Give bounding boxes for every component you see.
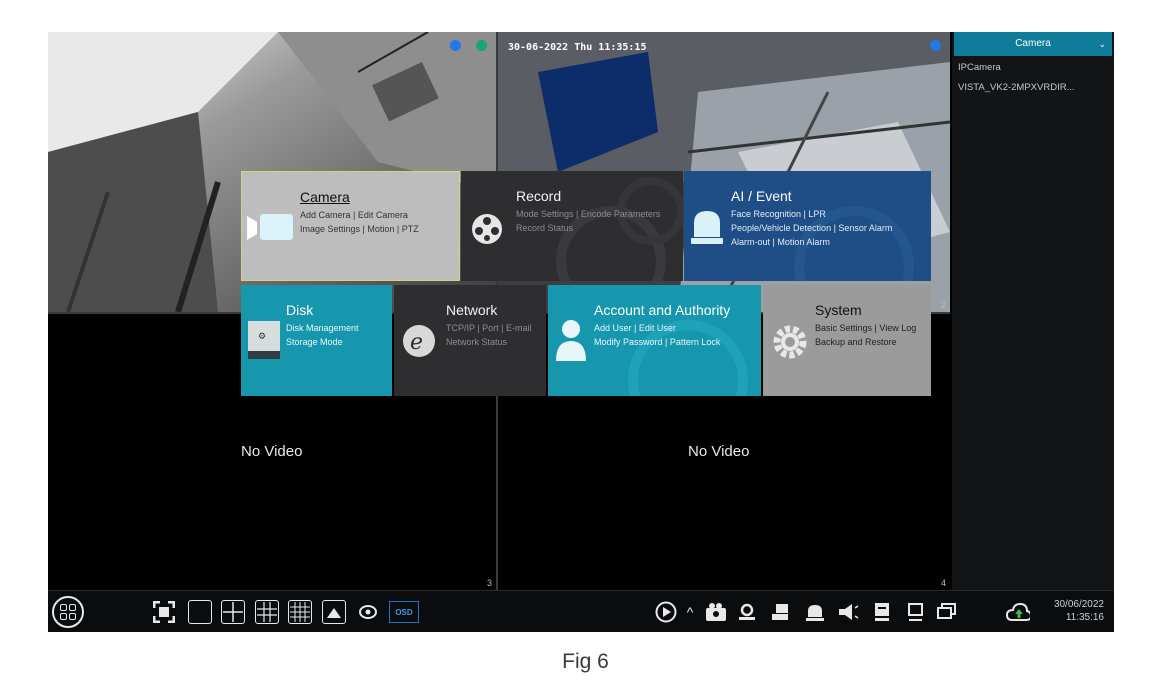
menu-line: Disk Management xyxy=(286,323,359,333)
alarm-status-icon[interactable] xyxy=(803,600,827,624)
clock-date: 30/06/2022 xyxy=(1053,599,1104,610)
chevron-down-icon: ⌄ xyxy=(1098,39,1106,49)
menu-tile-account[interactable]: Account and Authority Add User | Edit Us… xyxy=(548,285,761,396)
menu-line: Backup and Restore xyxy=(815,337,897,347)
system-clock: 30/06/2022 11:35:16 xyxy=(1054,598,1104,624)
layout-1-icon[interactable] xyxy=(188,600,212,624)
gear-icon xyxy=(773,325,807,359)
menu-title-ai-event: AI / Event xyxy=(731,188,792,204)
camera-list-dropdown[interactable]: Camera ⌄ xyxy=(954,32,1112,56)
alarm-light-icon xyxy=(691,211,723,244)
camera-number-4: 4 xyxy=(940,578,946,588)
audio-icon[interactable] xyxy=(836,600,860,624)
menu-line: TCP/IP | Port | E-mail xyxy=(446,323,532,333)
layout-4-icon[interactable] xyxy=(221,600,245,624)
disk-status-icon[interactable] xyxy=(870,600,894,624)
taskbar: OSD ^ 30/06/2022 11:35:16 xyxy=(48,590,1114,632)
menu-title-system: System xyxy=(815,302,862,318)
status-indicator-icon xyxy=(476,40,487,51)
no-video-label: No Video xyxy=(688,443,750,460)
svg-text:e: e xyxy=(410,330,423,355)
camera-number-3: 3 xyxy=(486,578,492,588)
fullscreen-icon[interactable] xyxy=(152,600,176,624)
expand-up-icon[interactable]: ^ xyxy=(678,600,702,624)
menu-title-account: Account and Authority xyxy=(594,302,731,318)
playback-icon[interactable] xyxy=(654,600,678,624)
camera-group-item[interactable]: IPCamera xyxy=(958,62,1001,73)
hard-disk-icon: ⚙ xyxy=(248,321,280,359)
osd-button[interactable]: OSD xyxy=(389,601,419,623)
menu-line: Mode Settings | Encode Parameters xyxy=(516,209,661,219)
picture-icon[interactable] xyxy=(322,600,346,624)
menu-line: Alarm-out | Motion Alarm xyxy=(731,237,830,247)
nvr-screen: 30-06-2022 Thu 11:35:15 2 No Video 3 No … xyxy=(48,32,1114,632)
camera-osd-time: 30-06-2022 Thu 11:35:15 xyxy=(508,42,647,53)
layout-9-icon[interactable] xyxy=(255,600,279,624)
menu-line: Add User | Edit User xyxy=(594,323,676,333)
manual-record-icon[interactable] xyxy=(704,600,728,624)
menu-tile-ai-event[interactable]: AI / Event Face Recognition | LPR People… xyxy=(684,171,931,281)
globe-icon: e xyxy=(403,325,435,357)
start-menu-icon[interactable] xyxy=(52,596,84,628)
no-video-label: No Video xyxy=(241,443,303,460)
network-status-icon[interactable] xyxy=(903,600,927,624)
menu-line: Storage Mode xyxy=(286,337,343,347)
menu-line: Face Recognition | LPR xyxy=(731,209,826,219)
menu-line: Network Status xyxy=(446,337,508,347)
clock-time: 11:35:16 xyxy=(1065,612,1104,623)
recording-indicator-icon xyxy=(450,40,461,51)
recording-indicator-icon xyxy=(930,40,941,51)
menu-tile-disk[interactable]: ⚙ Disk Disk Management Storage Mode xyxy=(241,285,392,396)
display-icon[interactable] xyxy=(935,600,959,624)
snapshot-icon[interactable] xyxy=(735,600,759,624)
menu-line: Record Status xyxy=(516,223,574,233)
menu-tile-camera[interactable]: Camera Add Camera | Edit Camera Image Se… xyxy=(241,171,460,281)
menu-line: People/Vehicle Detection | Sensor Alarm xyxy=(731,223,893,233)
figure-caption: Fig 6 xyxy=(562,650,609,673)
menu-tile-system[interactable]: System Basic Settings | View Log Backup … xyxy=(763,285,931,396)
camera-icon xyxy=(247,214,293,240)
menu-title-network: Network xyxy=(446,302,498,318)
menu-title-disk: Disk xyxy=(286,302,314,318)
camera-list-item[interactable]: VISTA_VK2-2MPXVRDIR... xyxy=(958,82,1075,93)
user-icon xyxy=(556,320,586,361)
menu-title-camera: Camera xyxy=(300,189,350,205)
camera-list-title: Camera xyxy=(1015,38,1051,49)
layout-16-icon[interactable] xyxy=(288,600,312,624)
menu-tile-record[interactable]: Record Mode Settings | Encode Parameters… xyxy=(461,171,683,281)
menu-line: Add Camera | Edit Camera xyxy=(300,210,408,220)
camera-list-panel: Camera ⌄ IPCamera VISTA_VK2-2MPXVRDIR... xyxy=(952,32,1114,590)
sequence-icon[interactable] xyxy=(356,600,380,624)
record-status-icon[interactable] xyxy=(768,600,792,624)
cloud-upload-icon[interactable] xyxy=(1006,600,1030,624)
menu-line: Image Settings | Motion | PTZ xyxy=(300,224,419,234)
film-reel-icon xyxy=(472,214,502,244)
menu-tile-network[interactable]: e Network TCP/IP | Port | E-mail Network… xyxy=(394,285,546,396)
svg-text:⚙: ⚙ xyxy=(258,332,266,342)
camera-number-2: 2 xyxy=(940,300,946,310)
menu-line: Modify Password | Pattern Lock xyxy=(594,337,721,347)
menu-line: Basic Settings | View Log xyxy=(815,323,917,333)
menu-title-record: Record xyxy=(516,188,562,204)
